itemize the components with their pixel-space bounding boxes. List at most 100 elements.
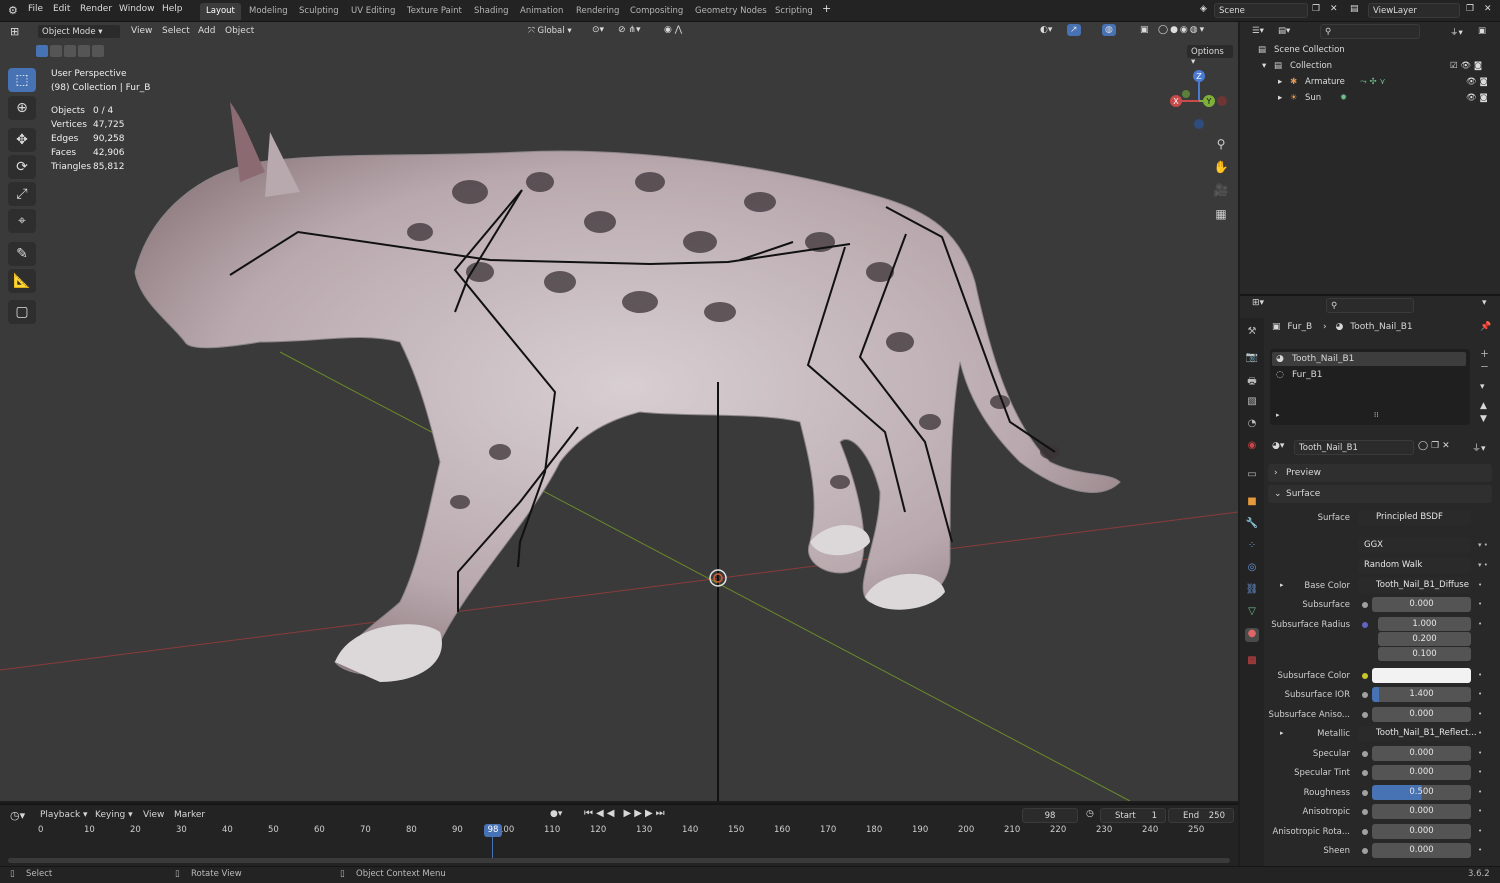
number-field[interactable]: 0.500 <box>1372 785 1471 800</box>
physics-tab-icon[interactable]: ◎ <box>1245 562 1259 576</box>
sun-visibility-icon[interactable]: 👁 ◙ <box>1466 93 1488 103</box>
move-tool-icon[interactable]: ✥ <box>8 128 36 152</box>
number-field[interactable]: 0.000 <box>1372 804 1471 819</box>
preview-section[interactable]: › Preview <box>1268 464 1492 482</box>
move-up-icon[interactable]: ▲ <box>1480 400 1489 413</box>
viewlayer-field[interactable]: ViewLayer <box>1368 3 1460 18</box>
surface-section[interactable]: ⌄ Surface <box>1268 485 1492 503</box>
outliner-sun[interactable]: Sun <box>1305 93 1321 103</box>
linked-input-field[interactable]: Tooth_Nail_B1_Reflect... <box>1358 726 1477 741</box>
dropdown-chevron-icon[interactable]: ▾ • <box>1478 541 1488 549</box>
remove-slot-icon[interactable]: － <box>1480 362 1489 375</box>
select-new-icon[interactable] <box>36 45 48 57</box>
viewport-menu-add[interactable]: Add <box>198 26 215 36</box>
collection-expand-icon[interactable]: ▾ <box>1262 61 1266 71</box>
properties-menu-icon[interactable]: ▾ <box>1482 298 1487 308</box>
keyframe-dot-icon[interactable]: • <box>1478 671 1482 679</box>
timeline-menu-view[interactable]: View <box>143 810 164 820</box>
color-swatch[interactable] <box>1372 668 1471 683</box>
tab-animation[interactable]: Animation <box>514 3 569 20</box>
keyframe-dot-icon[interactable]: • <box>1478 807 1482 815</box>
delete-scene-icon[interactable]: ✕ <box>1330 4 1338 14</box>
sun-expand-icon[interactable]: ▸ <box>1278 93 1282 103</box>
select-box-tool-icon[interactable]: ⬚ <box>8 68 36 92</box>
visibility-icon[interactable]: ◐▾ <box>1040 25 1052 35</box>
outliner-display-icon[interactable]: ▤▾ <box>1278 26 1290 36</box>
distribution-dropdown[interactable]: GGX <box>1358 538 1471 553</box>
vector-component-field[interactable]: 0.100 <box>1378 647 1471 661</box>
socket-icon[interactable] <box>1362 829 1368 835</box>
material-actions-icon[interactable]: ◯❐✕ <box>1418 441 1453 451</box>
move-down-icon[interactable]: ▼ <box>1480 413 1489 426</box>
timeline-scrollbar[interactable] <box>8 858 1230 863</box>
number-field[interactable]: 0.000 <box>1372 707 1471 722</box>
socket-icon[interactable] <box>1362 712 1368 718</box>
filter-icon[interactable]: ⏚▾ <box>1450 26 1463 38</box>
vector-component-field[interactable]: 0.200 <box>1378 632 1471 646</box>
select-intersect-icon[interactable] <box>92 45 104 57</box>
mode-dropdown[interactable]: Object Mode ▾ <box>37 24 121 39</box>
playback-controls-icon[interactable]: ⏮◀◀ ▶▶▶⏭ <box>584 808 668 819</box>
cursor-tool-icon[interactable]: ⊕ <box>8 96 36 120</box>
number-field[interactable]: 0.000 <box>1372 765 1471 780</box>
options-dropdown[interactable]: Options ▾ <box>1186 44 1234 67</box>
tab-scripting[interactable]: Scripting <box>769 3 819 20</box>
tool-tab-icon[interactable]: ⚒ <box>1245 326 1259 340</box>
keyframe-dot-icon[interactable]: • <box>1478 749 1482 757</box>
properties-editor-icon[interactable]: ⊞▾ <box>1252 298 1264 308</box>
menu-edit[interactable]: Edit <box>53 4 70 14</box>
navigation-gizmo[interactable]: Z Y X <box>1166 66 1232 136</box>
properties-search[interactable]: ⚲ <box>1326 298 1414 313</box>
scene-icon[interactable]: ◈ <box>1200 4 1207 14</box>
keyframe-dot-icon[interactable]: • <box>1478 846 1482 854</box>
socket-icon[interactable] <box>1362 770 1368 776</box>
add-workspace-button[interactable]: + <box>822 2 831 15</box>
pivot-icon[interactable]: ⊙▾ <box>592 25 604 35</box>
scale-tool-icon[interactable]: ⤢ <box>8 182 36 206</box>
socket-icon[interactable] <box>1362 809 1368 815</box>
texture-tab-icon[interactable]: ▩ <box>1245 655 1259 669</box>
pin-icon[interactable]: 📌 <box>1480 322 1491 332</box>
number-field[interactable]: 0.000 <box>1372 597 1471 612</box>
menu-window[interactable]: Window <box>119 4 155 14</box>
collection-tab-icon[interactable]: ▭ <box>1245 469 1259 483</box>
snap-icon[interactable]: ⊘ ⋔▾ <box>618 25 640 35</box>
add-slot-icon[interactable]: ＋ <box>1480 349 1489 362</box>
keyframe-dot-icon[interactable]: • <box>1478 710 1482 718</box>
select-subtract-icon[interactable] <box>64 45 76 57</box>
new-scene-icon[interactable]: ❐ <box>1312 4 1320 14</box>
number-field[interactable]: 0.000 <box>1372 746 1471 761</box>
camera-icon[interactable]: 🎥 <box>1211 180 1231 200</box>
material-filter-icon[interactable]: ⏚▾ <box>1472 441 1486 454</box>
delete-viewlayer-icon[interactable]: ✕ <box>1484 4 1492 14</box>
number-field[interactable]: 0.000 <box>1372 843 1471 858</box>
tab-modeling[interactable]: Modeling <box>243 3 294 20</box>
output-tab-icon[interactable]: 🖶 <box>1245 374 1259 388</box>
keyframe-dot-icon[interactable]: • <box>1478 729 1482 737</box>
playhead[interactable]: 98 <box>484 824 502 837</box>
scene-field[interactable]: Scene <box>1214 3 1308 18</box>
menu-help[interactable]: Help <box>162 4 183 14</box>
socket-icon[interactable] <box>1362 848 1368 854</box>
dropdown-chevron-icon[interactable]: ▾ • <box>1478 561 1488 569</box>
render-tab-icon[interactable]: 📷 <box>1245 352 1259 366</box>
zoom-icon[interactable]: ⚲ <box>1211 134 1231 154</box>
start-frame-field[interactable]: Start 1 <box>1100 808 1166 823</box>
tab-compositing[interactable]: Compositing <box>624 3 689 20</box>
keyframe-dot-icon[interactable]: • <box>1478 788 1482 796</box>
outliner-collection[interactable]: Collection <box>1290 61 1332 71</box>
socket-icon[interactable] <box>1362 602 1368 608</box>
tab-texture-paint[interactable]: Texture Paint <box>401 3 468 20</box>
armature-visibility-icon[interactable]: 👁 ◙ <box>1466 77 1488 87</box>
outliner-editor-icon[interactable]: ☰▾ <box>1252 26 1264 36</box>
armature-expand-icon[interactable]: ▸ <box>1278 77 1282 87</box>
outliner-search[interactable]: ⚲ <box>1320 24 1420 39</box>
blender-logo-icon[interactable]: ⚙ <box>8 4 18 17</box>
number-field[interactable]: 1.400 <box>1372 687 1471 702</box>
rotate-tool-icon[interactable]: ⟳ <box>8 155 36 179</box>
tab-sculpting[interactable]: Sculpting <box>293 3 345 20</box>
resize-grip-icon[interactable]: ⁞⁞ <box>1374 411 1378 419</box>
proportional-edit-icon[interactable]: ◉ ⋀ <box>664 25 682 35</box>
add-cube-tool-icon[interactable]: ▢ <box>8 300 36 324</box>
slot-item[interactable]: Tooth_Nail_B1 <box>1292 354 1354 364</box>
